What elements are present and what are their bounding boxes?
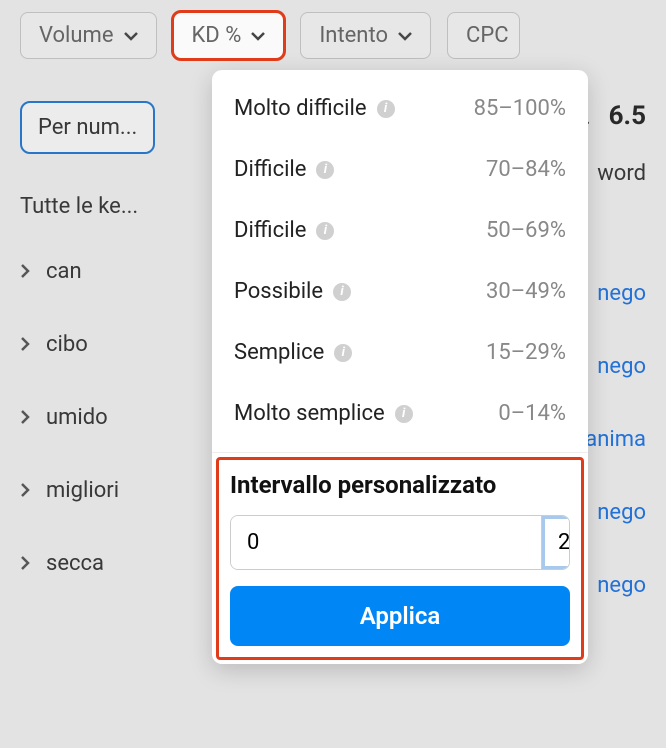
kd-preset-item[interactable]: Difficile i 70–84% — [212, 139, 588, 200]
result-link[interactable]: nego — [597, 354, 646, 379]
list-item[interactable]: nego — [597, 281, 646, 306]
filter-volume[interactable]: Volume — [20, 12, 157, 59]
kd-custom-range: Intervallo personalizzato Applica — [212, 452, 588, 664]
keyword-text: secca — [46, 551, 104, 576]
chevron-right-icon — [20, 259, 30, 284]
keyword-text: umido — [46, 405, 108, 430]
result-link[interactable]: nego — [597, 500, 646, 525]
all-keywords-heading: Tutte le ke... — [20, 194, 160, 219]
keyword-item[interactable]: can — [20, 259, 220, 284]
info-icon: i — [316, 161, 334, 179]
kd-preset-range: 0–14% — [498, 401, 566, 426]
keyword-item[interactable]: migliori — [20, 478, 220, 503]
kd-preset-list: Molto difficile i 85–100% Difficile i 70–8… — [212, 70, 588, 452]
kd-preset-item[interactable]: Possibile i 30–49% — [212, 261, 588, 322]
chevron-down-icon — [124, 29, 138, 43]
kd-dropdown: Molto difficile i 85–100% Difficile i 70–8… — [212, 70, 588, 664]
kd-preset-range: 50–69% — [486, 218, 566, 243]
filter-intent[interactable]: Intento — [300, 12, 431, 59]
keyword-list: can cibo umido migliori secca — [20, 259, 220, 576]
kd-preset-label: Molto difficile — [234, 96, 367, 121]
keyword-item[interactable]: umido — [20, 405, 220, 430]
chevron-down-icon — [398, 29, 412, 43]
filter-kd[interactable]: KD % — [173, 12, 285, 59]
kd-preset-label: Molto semplice — [234, 401, 385, 426]
info-icon: i — [333, 283, 351, 301]
info-icon: i — [395, 405, 413, 423]
kd-preset-item[interactable]: Molto semplice i 0–14% — [212, 383, 588, 444]
info-icon: i — [377, 100, 395, 118]
result-link[interactable]: nego — [597, 281, 646, 306]
filter-volume-label: Volume — [39, 23, 114, 48]
kd-preset-item[interactable]: Molto difficile i 85–100% — [212, 78, 588, 139]
filter-cpc-label: CPC — [466, 23, 509, 48]
list-item[interactable]: nego — [597, 573, 646, 598]
kd-preset-label: Difficile — [234, 218, 306, 243]
chevron-right-icon — [20, 551, 30, 576]
chevron-right-icon — [20, 478, 30, 503]
list-item[interactable]: nego — [597, 354, 646, 379]
range-from-input[interactable] — [231, 516, 541, 569]
kd-preset-range: 15–29% — [486, 340, 566, 365]
tab-per-numero[interactable]: Per num... — [20, 101, 155, 154]
tab-label: Per num... — [38, 115, 137, 140]
filter-bar: Volume KD % Intento CPC — [0, 0, 666, 71]
kd-preset-label: Possibile — [234, 279, 323, 304]
kd-preset-item[interactable]: Difficile i 50–69% — [212, 200, 588, 261]
result-link[interactable]: anima — [585, 427, 646, 452]
range-to-input[interactable] — [541, 516, 570, 569]
chevron-down-icon — [251, 29, 265, 43]
kd-preset-range: 70–84% — [486, 157, 566, 182]
keyword-item[interactable]: cibo — [20, 332, 220, 357]
filter-kd-label: KD % — [192, 23, 242, 48]
info-icon: i — [334, 344, 352, 362]
custom-range-title: Intervallo personalizzato — [230, 471, 570, 499]
keyword-text: cibo — [46, 332, 88, 357]
keyword-text: migliori — [46, 478, 119, 503]
keyword-text: can — [46, 259, 82, 284]
custom-range-inputs — [230, 515, 570, 570]
keyword-item[interactable]: secca — [20, 551, 220, 576]
apply-button[interactable]: Applica — [230, 586, 570, 646]
filter-cpc[interactable]: CPC — [447, 12, 520, 59]
kd-preset-range: 85–100% — [474, 96, 566, 121]
filter-intent-label: Intento — [319, 23, 388, 48]
list-item[interactable]: anima — [585, 427, 646, 452]
info-icon: i — [316, 222, 334, 240]
kd-preset-item[interactable]: Semplice i 15–29% — [212, 322, 588, 383]
kd-preset-label: Semplice — [234, 340, 324, 365]
metric-value: 6.5 — [609, 101, 646, 131]
chevron-right-icon — [20, 332, 30, 357]
list-item[interactable]: nego — [597, 500, 646, 525]
chevron-right-icon — [20, 405, 30, 430]
kd-preset-range: 30–49% — [486, 279, 566, 304]
result-link[interactable]: nego — [597, 573, 646, 598]
kd-preset-label: Difficile — [234, 157, 306, 182]
